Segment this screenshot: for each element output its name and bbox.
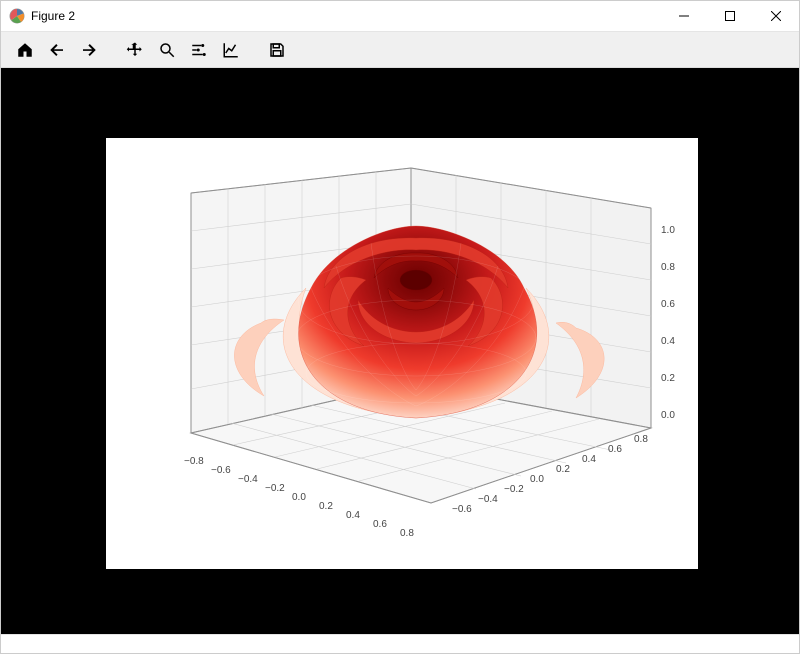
maximize-button[interactable]: [707, 1, 753, 31]
y-tick: −0.2: [504, 484, 524, 495]
x-tick: 0.8: [400, 528, 414, 539]
back-button[interactable]: [41, 35, 73, 65]
save-icon: [268, 41, 286, 59]
z-tick: 0.4: [661, 336, 675, 347]
toolbar: [1, 32, 799, 68]
y-tick: 0.2: [556, 464, 570, 475]
z-tick: 0.0: [661, 410, 675, 421]
y-tick: 0.8: [634, 434, 648, 445]
pan-button[interactable]: [119, 35, 151, 65]
x-tick: −0.4: [238, 474, 258, 485]
figure-canvas[interactable]: 1.0 0.8 0.6 0.4 0.2 0.0 0.8 0.6 0.4 0.2 …: [106, 138, 698, 569]
pan-icon: [126, 41, 144, 59]
x-tick: −0.8: [184, 456, 204, 467]
z-tick: 0.2: [661, 373, 675, 384]
back-icon: [48, 41, 66, 59]
y-tick: 0.4: [582, 454, 596, 465]
save-button[interactable]: [261, 35, 293, 65]
forward-button[interactable]: [73, 35, 105, 65]
y-tick: 0.6: [608, 444, 622, 455]
y-tick: −0.4: [478, 494, 498, 505]
minimize-button[interactable]: [661, 1, 707, 31]
z-tick: 0.8: [661, 262, 675, 273]
x-tick: 0.2: [319, 501, 333, 512]
configure-subplots-button[interactable]: [183, 35, 215, 65]
chart-line-icon: [222, 41, 240, 59]
canvas-area: 1.0 0.8 0.6 0.4 0.2 0.0 0.8 0.6 0.4 0.2 …: [1, 68, 799, 634]
window-title: Figure 2: [31, 9, 75, 23]
forward-icon: [80, 41, 98, 59]
x-tick: −0.2: [265, 483, 285, 494]
home-button[interactable]: [9, 35, 41, 65]
figure-window: Figure 2: [0, 0, 800, 654]
matplotlib-icon: [9, 8, 25, 24]
title-left: Figure 2: [1, 8, 75, 24]
edit-axis-button[interactable]: [215, 35, 247, 65]
titlebar: Figure 2: [1, 1, 799, 32]
y-tick: 0.0: [530, 474, 544, 485]
axes3d-plot: [106, 138, 698, 569]
statusbar: [1, 634, 799, 653]
minimize-icon: [679, 11, 689, 21]
close-button[interactable]: [753, 1, 799, 31]
window-controls: [661, 1, 799, 31]
zoom-icon: [158, 41, 176, 59]
x-tick: −0.6: [211, 465, 231, 476]
x-tick: 0.6: [373, 519, 387, 530]
maximize-icon: [725, 11, 735, 21]
z-tick: 1.0: [661, 225, 675, 236]
home-icon: [16, 41, 34, 59]
z-tick: 0.6: [661, 299, 675, 310]
zoom-button[interactable]: [151, 35, 183, 65]
sliders-icon: [190, 41, 208, 59]
y-tick: −0.6: [452, 504, 472, 515]
close-icon: [771, 11, 781, 21]
x-tick: 0.4: [346, 510, 360, 521]
x-tick: 0.0: [292, 492, 306, 503]
